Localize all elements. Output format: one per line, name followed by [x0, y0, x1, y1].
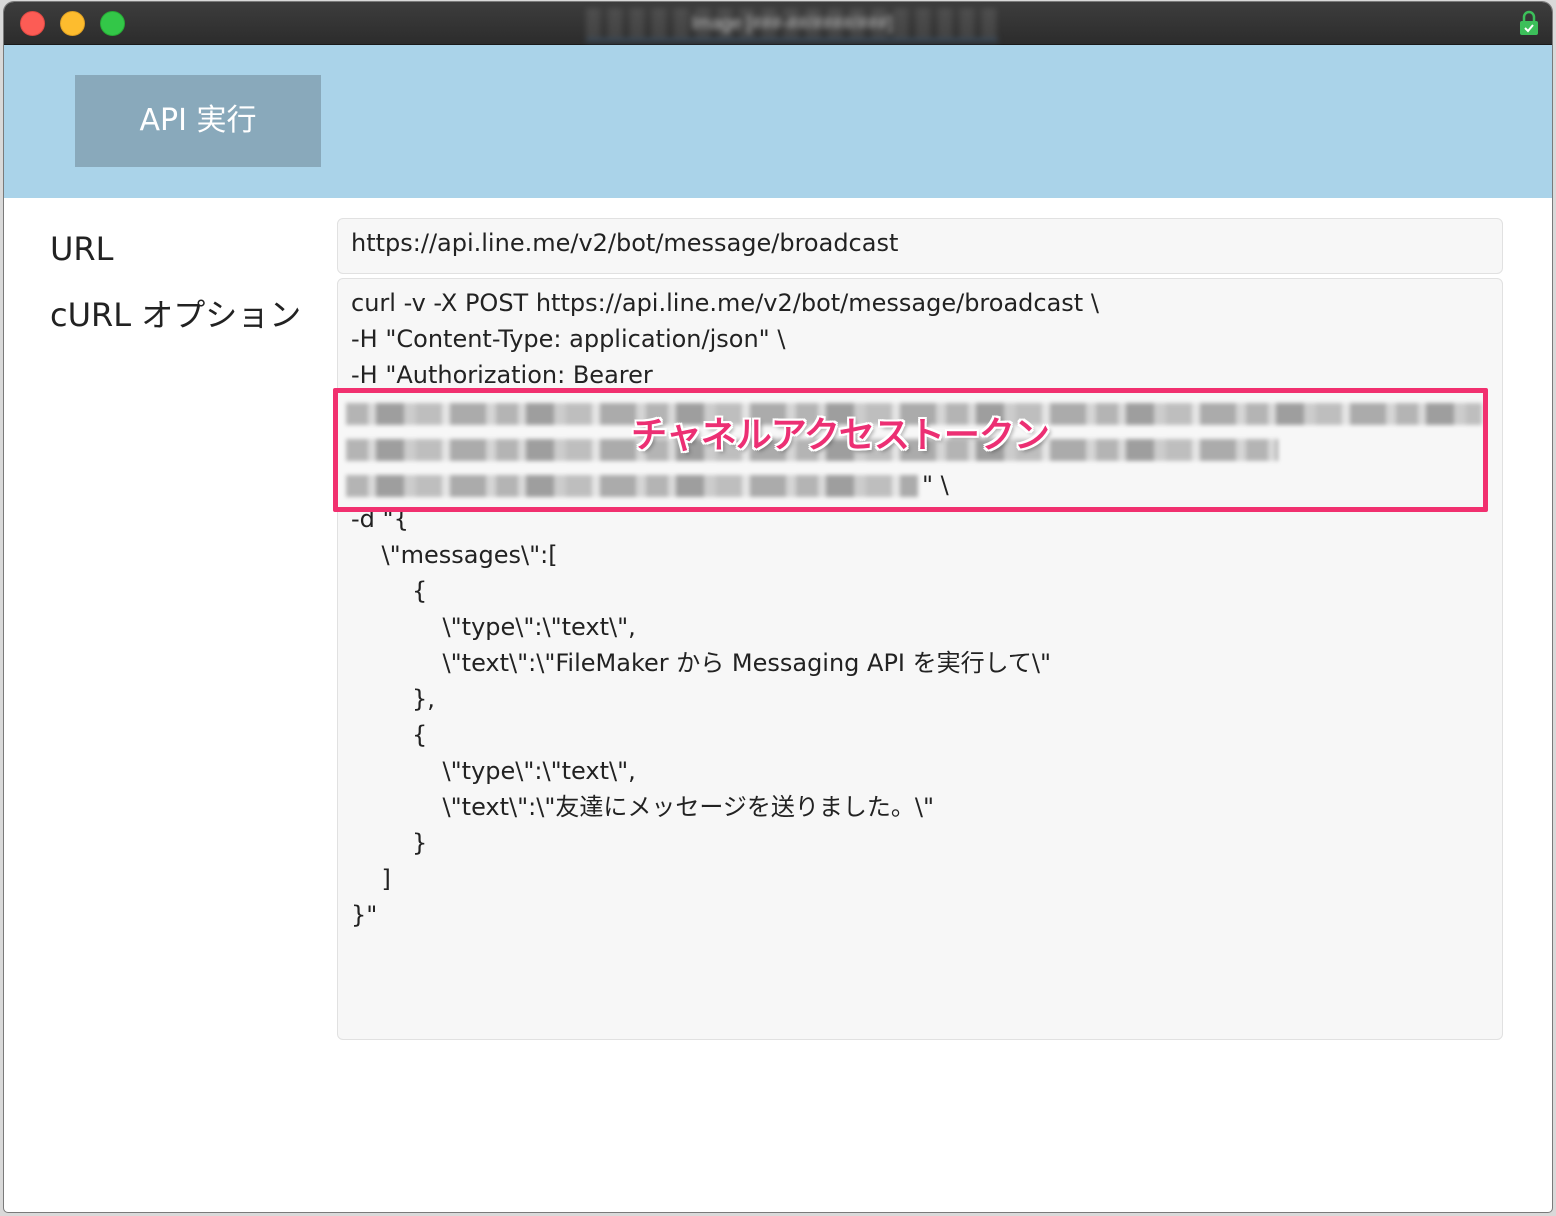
code-line: }" — [351, 901, 378, 929]
lock-icon — [1520, 10, 1538, 35]
url-label: URL — [50, 230, 114, 268]
code-line: ] — [351, 865, 391, 893]
header-band: API 実行 — [4, 45, 1552, 198]
code-line: curl -v -X POST https://api.line.me/v2/b… — [351, 289, 1099, 317]
code-line: -H "Authorization: Bearer — [351, 361, 653, 389]
code-line: -H "Content-Type: application/json" \ — [351, 325, 786, 353]
close-button[interactable] — [20, 11, 45, 36]
channel-access-token-annotation: チャネルアクセストークン — [631, 415, 1050, 456]
minimize-button[interactable] — [60, 11, 85, 36]
code-line: { — [351, 577, 428, 605]
code-line: \"type\":\"text\", — [351, 613, 636, 641]
app-window: Image [###-##/####/###] API 実行 URL cURL … — [4, 2, 1552, 1212]
code-line: { — [351, 721, 428, 749]
code-line: \"text\":\"FileMaker から Messaging API を実… — [351, 649, 1052, 677]
code-line: \"text\":\"友達にメッセージを送りました。\" — [351, 793, 935, 821]
curl-options-label: cURL オプション — [50, 296, 302, 334]
window-title: Image [###-##/####/###] — [586, 8, 998, 42]
code-line: }, — [351, 685, 435, 713]
code-line: \"type\":\"text\", — [351, 757, 636, 785]
code-line: \"messages\":[ — [351, 541, 558, 569]
zoom-button[interactable] — [100, 11, 125, 36]
title-bar[interactable]: Image [###-##/####/###] — [4, 2, 1552, 45]
url-input[interactable]: https://api.line.me/v2/bot/message/broad… — [337, 218, 1503, 274]
code-line: } — [351, 829, 428, 857]
api-execute-button[interactable]: API 実行 — [75, 75, 321, 167]
